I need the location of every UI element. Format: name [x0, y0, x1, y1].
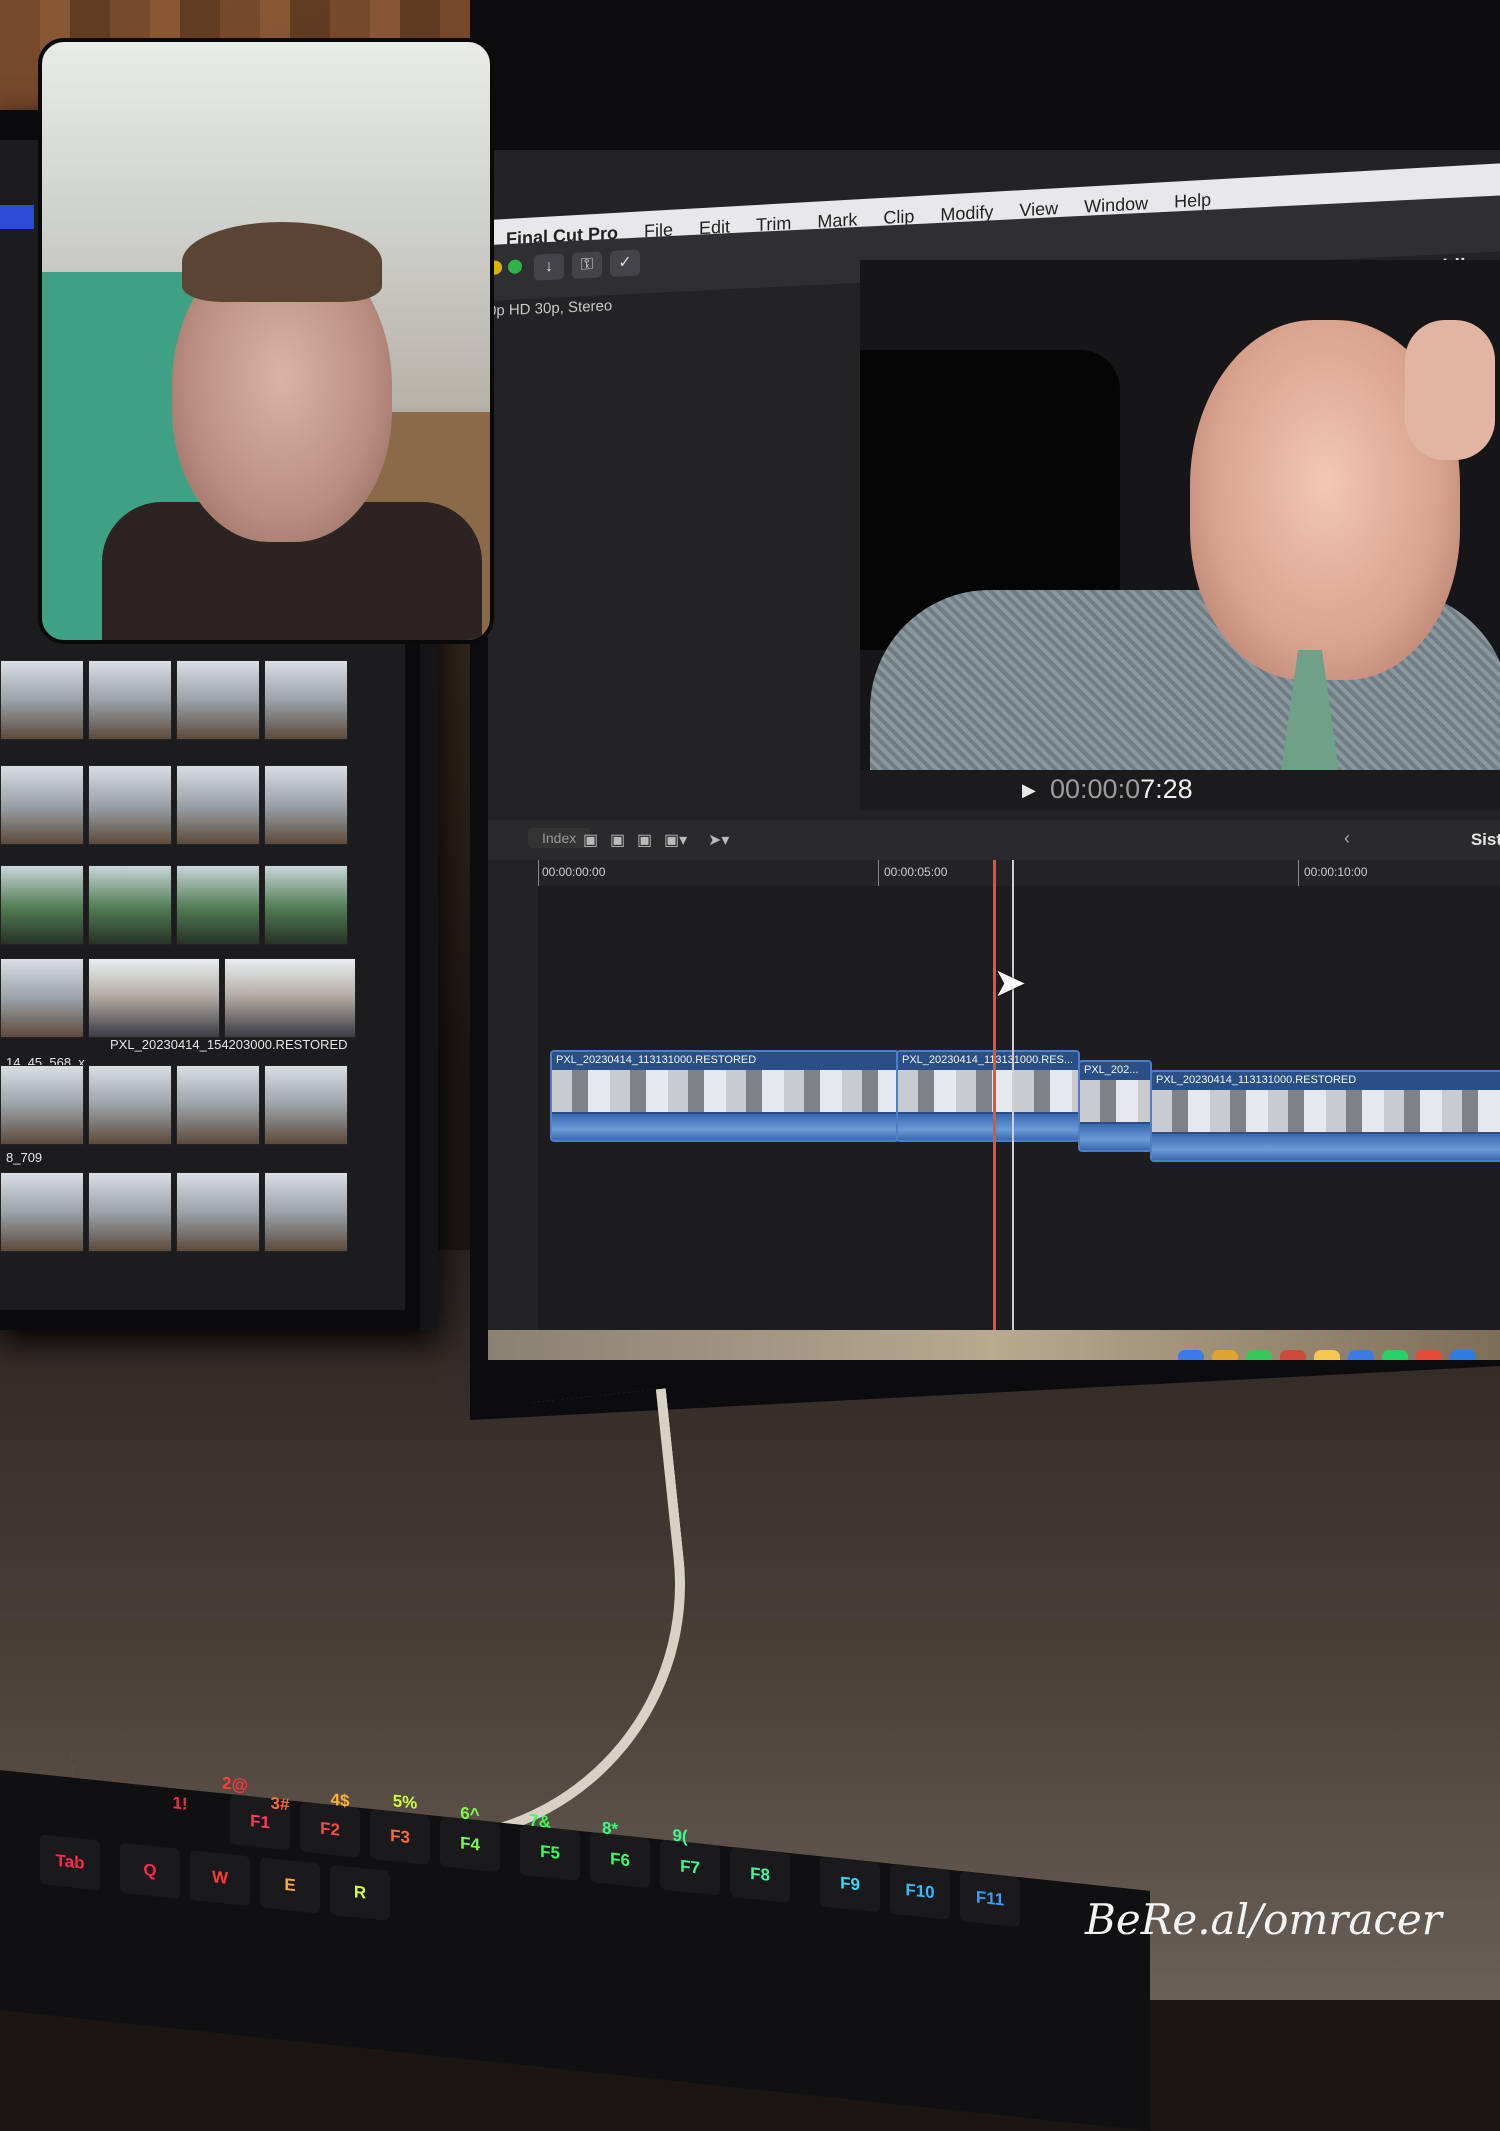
selfie-hair: [182, 222, 382, 302]
format-info: 0p HD 30p, Stereo: [488, 297, 613, 320]
key: Tab: [40, 1834, 100, 1891]
dock-app-icon[interactable]: [1416, 1350, 1442, 1360]
key: R: [330, 1864, 390, 1921]
dock-app-icon[interactable]: [1382, 1350, 1408, 1360]
ruler-label: 00:00:05:00: [884, 865, 948, 879]
final-cut-pro-window: Final Cut Pro File Edit Trim Mark Clip M…: [488, 150, 1500, 1360]
timeline-project-name: Sist: [1470, 830, 1500, 849]
play-icon[interactable]: ▶: [1022, 780, 1036, 801]
timeline-clip[interactable]: PXL_20230414_113131000.RESTORED: [550, 1050, 899, 1142]
index-button[interactable]: Index: [528, 828, 591, 848]
dock-app-icon[interactable]: [1314, 1350, 1340, 1360]
selfie-inset: [38, 38, 494, 644]
timeline[interactable]: 00:00:00:00 00:00:05:00 00:00:10:00 PXL_…: [538, 860, 1500, 1330]
viewer-subject-hand: [1405, 320, 1495, 460]
viewer[interactable]: [860, 260, 1500, 770]
ruler-label: 00:00:10:00: [1304, 865, 1368, 879]
thumbnail-row[interactable]: [0, 958, 356, 1038]
thumbnail-row[interactable]: [0, 765, 348, 845]
thumbnail-row[interactable]: [0, 1172, 348, 1252]
key: 9(: [672, 1825, 688, 1847]
append-clip-icon[interactable]: ▣: [637, 830, 652, 850]
overwrite-clip-icon[interactable]: ▣▾: [664, 830, 687, 850]
timeline-clip[interactable]: PXL_20230414_113131000.RESTORED: [1150, 1070, 1500, 1162]
key: Q: [120, 1842, 180, 1899]
key: 4$: [330, 1789, 350, 1811]
timecode-bar: ▶ 00:00:07:28: [860, 770, 1500, 810]
mouse-cursor-icon: ➤: [993, 961, 1027, 1005]
ruler-label: 00:00:00:00: [542, 865, 606, 879]
dock-app-icon[interactable]: [1280, 1350, 1306, 1360]
bereal-watermark: BeRe.al/omracer: [1085, 1895, 1442, 1944]
skimmer[interactable]: [993, 860, 996, 1330]
connect-clip-icon[interactable]: ▣: [583, 830, 598, 850]
dock-app-icon[interactable]: [1212, 1350, 1238, 1360]
key: 8*: [601, 1818, 619, 1839]
keywords-button[interactable]: ⚿: [572, 251, 602, 279]
timeline-ruler[interactable]: 00:00:00:00 00:00:05:00 00:00:10:00: [538, 860, 1500, 886]
clip-label: PXL_20230414_154203000.RESTORED: [110, 1037, 348, 1052]
key: F10: [890, 1863, 950, 1920]
dock-app-icon[interactable]: [1348, 1350, 1374, 1360]
key: F9: [820, 1856, 880, 1913]
key: E: [260, 1857, 320, 1914]
select-tool-icon[interactable]: ➤▾: [708, 830, 729, 850]
timeline-clip[interactable]: PXL_20230414_113131000.RES...: [896, 1050, 1080, 1142]
key: 5%: [392, 1791, 418, 1813]
dock-app-icon[interactable]: [1450, 1350, 1476, 1360]
thumbnail-row[interactable]: [0, 1065, 348, 1145]
dock-app-icon[interactable]: [1246, 1350, 1272, 1360]
timeline-clip[interactable]: PXL_202...: [1078, 1060, 1152, 1152]
key: F11: [960, 1870, 1020, 1928]
dock-app-icon[interactable]: [1178, 1350, 1204, 1360]
import-button[interactable]: ↓: [534, 253, 564, 281]
key: 6^: [460, 1803, 480, 1825]
key: F8: [730, 1846, 790, 1904]
key: 1!: [172, 1793, 188, 1814]
key: 3#: [270, 1793, 290, 1815]
key: 7&: [529, 1810, 551, 1832]
menu-help[interactable]: Help: [1174, 189, 1211, 212]
timecode-display: 00:00:07:28: [1050, 774, 1193, 804]
clip-label: 8_709: [6, 1150, 43, 1165]
key: W: [190, 1849, 250, 1907]
background-tasks-button[interactable]: ✓: [610, 249, 640, 278]
thumbnail-row[interactable]: [0, 660, 348, 740]
browser-tag: [0, 205, 34, 229]
thumbnail-row[interactable]: [0, 865, 348, 945]
dock: [1178, 1350, 1476, 1360]
chevron-left-icon[interactable]: ‹: [1344, 828, 1350, 849]
playhead[interactable]: [1012, 860, 1014, 1330]
insert-clip-icon[interactable]: ▣: [610, 830, 625, 850]
zoom-icon[interactable]: [508, 259, 522, 275]
timeline-toolbar: Index ▣ ▣ ▣ ▣▾ ➤▾ ‹ Sist: [488, 820, 1500, 860]
